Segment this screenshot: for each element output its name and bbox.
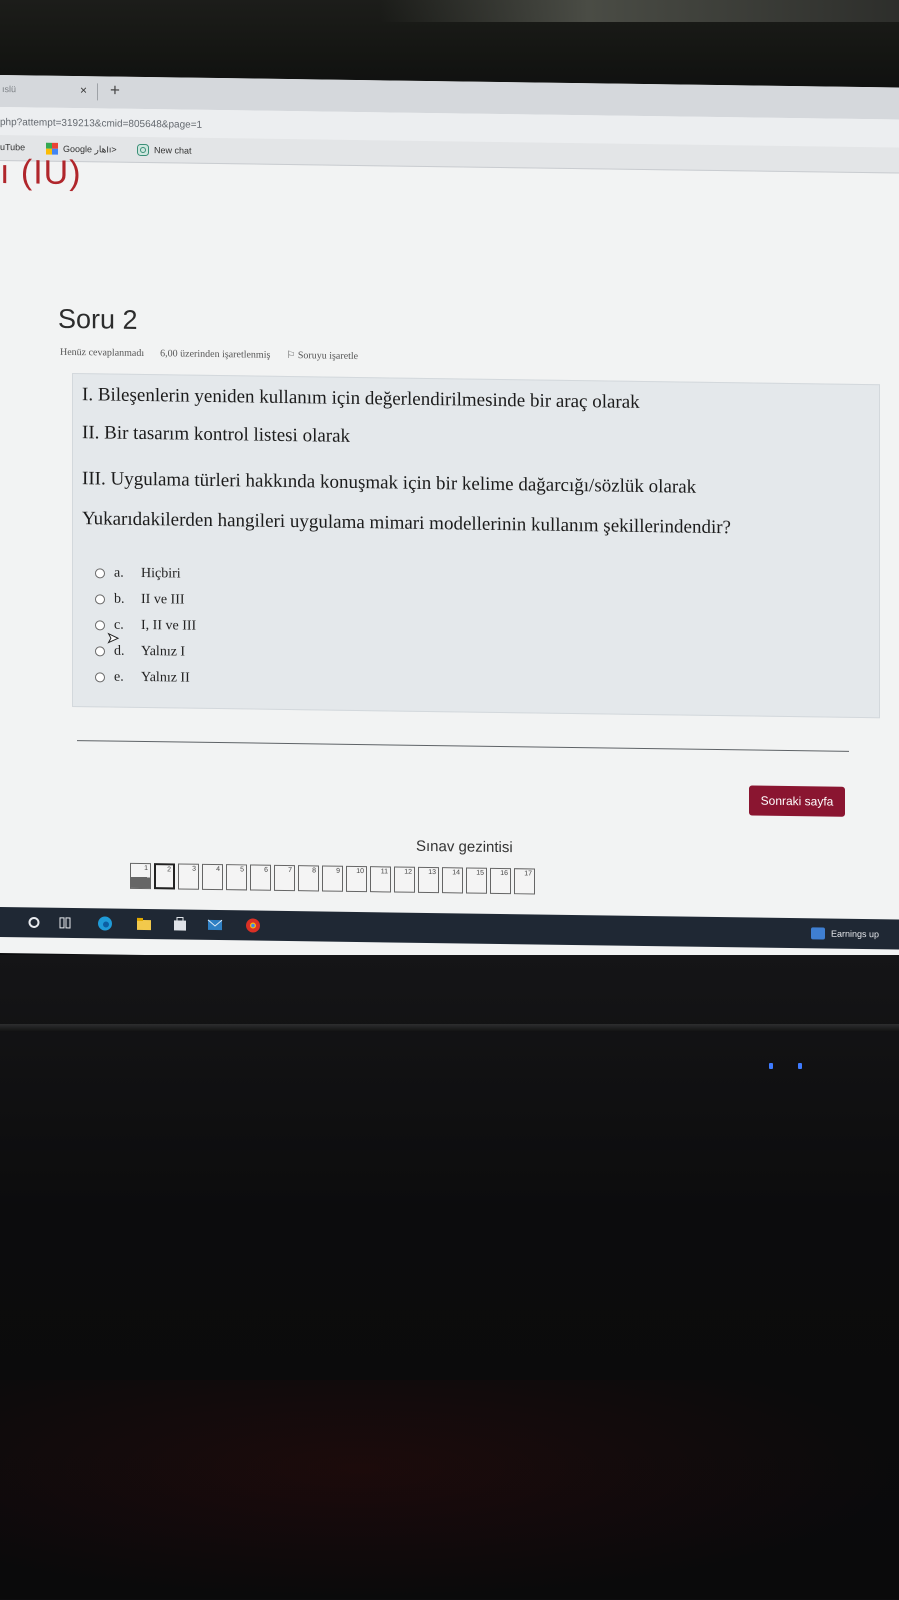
answer-text: II ve III [141,591,185,608]
radio-button[interactable] [95,646,105,657]
quiz-nav-page-15[interactable]: 15 [466,867,487,894]
bookmark-label: New chat [154,145,192,156]
question-line-2: II. Bir tasarım kontrol listesi olarak [82,422,351,447]
quiz-navigation-grid: 1 2 3 4 5 6 7 8 9 10 11 12 13 14 15 16 17 [130,862,535,895]
search-icon[interactable] [26,914,42,930]
windows-taskbar: Earnings up [0,907,899,950]
answer-text: I, II ve III [141,617,197,634]
bookmark-youtube[interactable]: uTube [0,142,25,152]
quiz-nav-page-2[interactable]: 2 [154,863,175,890]
divider [77,740,849,752]
answer-list: a. Hiçbiri b. II ve III c. I, II ve III … [95,560,196,691]
task-view-icon[interactable] [57,915,73,931]
chat-icon [137,143,149,157]
radio-button[interactable] [95,620,105,631]
status-led [798,1063,802,1069]
monitor-screen: ıslü × + php?attempt=319213&cmid=805648&… [0,75,899,966]
quiz-nav-page-7[interactable]: 7 [274,864,295,892]
question-points: 6,00 üzerinden işaretlenmiş [160,348,271,361]
answer-option-a[interactable]: a. Hiçbiri [95,560,196,587]
question-box: I. Bileşenlerin yeniden kullanım için de… [72,373,880,719]
quiz-nav-page-8[interactable]: 8 [298,865,319,892]
answer-letter: e. [114,669,124,685]
question-meta: Henüz cevaplanmadı 6,00 üzerinden işaret… [60,347,358,362]
keyboard-area [0,1380,899,1600]
question-status: Henüz cevaplanmadı [60,346,145,360]
radio-button[interactable] [95,568,105,579]
answer-text: Hiçbiri [141,565,181,582]
quiz-nav-page-12[interactable]: 12 [394,866,415,893]
answer-text: Yalnız I [141,643,186,660]
tab-title[interactable]: ıslü [2,84,16,94]
quiz-nav-page-6[interactable]: 6 [250,864,271,891]
status-led [769,1063,773,1069]
quiz-navigation-title: Sınav gezintisi [416,837,513,857]
radio-button[interactable] [95,594,105,605]
mouse-cursor-icon: ➤ [107,629,120,646]
url-text[interactable]: php?attempt=319213&cmid=805648&page=1 [0,117,202,131]
quiz-nav-page-3[interactable]: 3 [178,863,199,890]
bookmark-label: uTube [0,142,26,153]
answer-text: Yalnız II [141,669,190,686]
store-icon[interactable] [172,916,188,932]
answer-option-b[interactable]: b. II ve III [95,586,196,613]
question-prompt: Yukarıdakilerden hangileri uygulama mima… [82,508,731,539]
chrome-icon[interactable] [245,917,261,933]
answer-letter: b. [114,591,125,607]
answer-letter: a. [114,565,124,581]
tab-separator [97,83,98,101]
quiz-nav-page-16[interactable]: 16 [490,867,511,895]
monitor-hinge [0,1024,899,1032]
quiz-nav-page-1[interactable]: 1 [130,862,151,890]
question-line-1: I. Bileşenlerin yeniden kullanım için de… [82,384,640,413]
quiz-nav-page-14[interactable]: 14 [442,867,463,894]
quiz-nav-page-5[interactable]: 5 [226,864,247,891]
file-explorer-icon[interactable] [136,916,152,932]
quiz-nav-page-9[interactable]: 9 [322,865,343,892]
quiz-nav-page-13[interactable]: 13 [418,866,439,894]
edge-icon[interactable] [97,915,113,931]
quiz-nav-page-11[interactable]: 11 [370,866,391,893]
tab-close-icon[interactable]: × [80,83,87,97]
question-line-3: III. Uygulama türleri hakkında konuşmak … [82,468,697,498]
flag-label: Soruyu işaretle [297,350,359,363]
flag-question-button[interactable]: ⚐ Soruyu işaretle [286,350,358,362]
page-heading: ı (IU) [0,153,82,193]
news-weather-icon[interactable] [810,925,826,941]
quiz-nav-page-17[interactable]: 17 [514,868,535,895]
mail-icon[interactable] [207,917,223,933]
quiz-nav-page-4[interactable]: 4 [202,863,223,891]
quiz-nav-page-10[interactable]: 10 [346,865,367,893]
next-page-button[interactable]: Sonraki sayfa [749,785,845,817]
answer-option-e[interactable]: e. Yalnız II [95,664,196,691]
question-title: Soru 2 [58,303,138,335]
taskbar-news-label[interactable]: Earnings up [831,929,879,940]
new-tab-icon[interactable]: + [110,81,120,101]
flag-icon: ⚐ [286,349,296,362]
bookmark-new-chat[interactable]: New chat [137,143,192,157]
radio-button[interactable] [95,672,105,683]
